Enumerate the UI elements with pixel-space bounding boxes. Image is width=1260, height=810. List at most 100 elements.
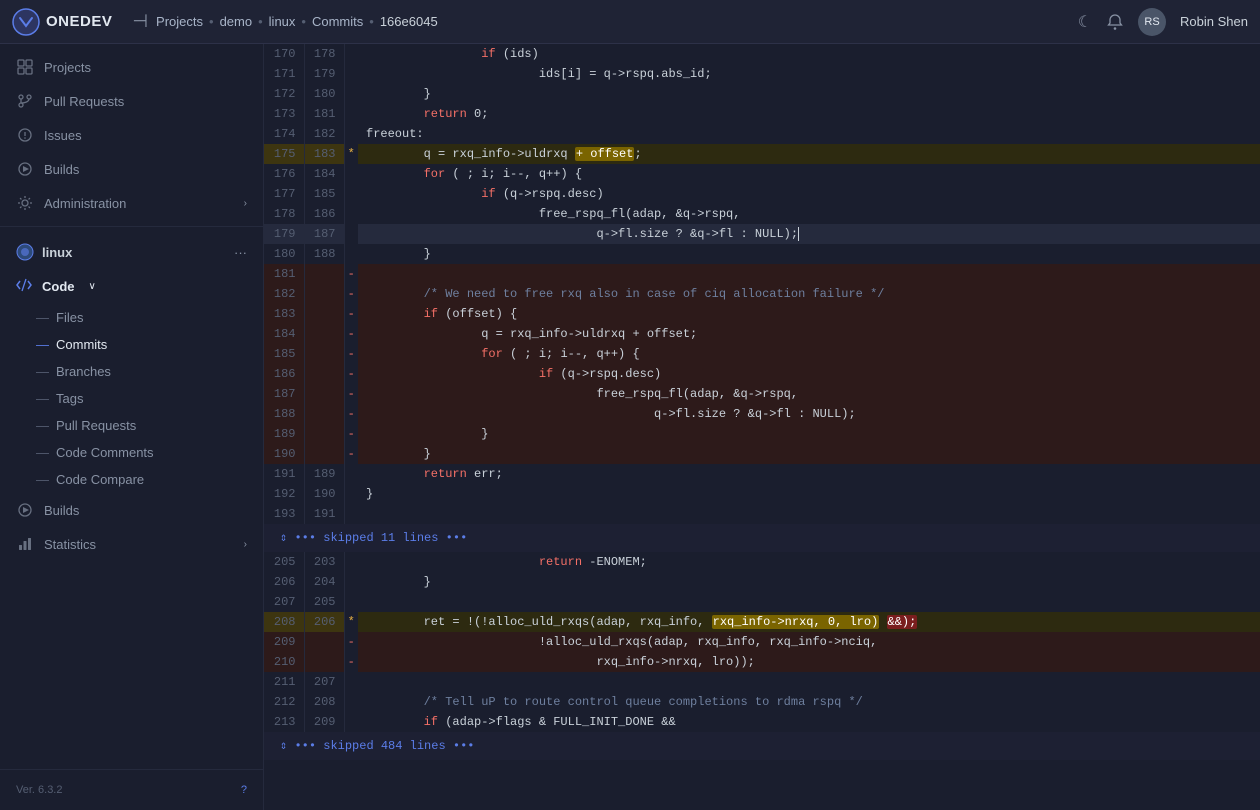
logo[interactable]: ONEDEV (12, 8, 112, 36)
builds-global-icon (16, 160, 34, 178)
table-row: 170 178 if (ids) (264, 44, 1260, 64)
project-name: linux (42, 245, 72, 260)
breadcrumb: Projects • demo • linux • Commits • 166e… (156, 14, 438, 29)
breadcrumb-demo[interactable]: demo (220, 14, 253, 29)
table-row: 179 187 q->fl.size ? &q->fl : NULL); (264, 224, 1260, 244)
table-row: 182 - /* We need to free rxq also in cas… (264, 284, 1260, 304)
projects-label: Projects (44, 60, 91, 75)
breadcrumb-hash: 166e6045 (380, 14, 438, 29)
statistics-chevron-icon: › (244, 539, 247, 550)
linux-project-icon (16, 243, 34, 261)
table-row: 206 204 } (264, 572, 1260, 592)
sidebar-item-statistics[interactable]: Statistics › (0, 527, 263, 561)
code-label: Code (42, 279, 75, 294)
expand-skipped-btn[interactable]: ⇕ (280, 528, 287, 548)
commits-label: Commits (56, 337, 107, 352)
sidebar-sub-tags[interactable]: — Tags (0, 385, 263, 412)
pullrequests-label: Pull Requests (44, 94, 124, 109)
table-row: 192 190 } (264, 484, 1260, 504)
moon-icon[interactable]: ☾ (1078, 12, 1092, 32)
notification-icon[interactable] (1106, 13, 1124, 31)
sidebar-item-issues[interactable]: Issues (0, 118, 263, 152)
sub-pullrequests-label: Pull Requests (56, 418, 136, 433)
table-row: 188 - q->fl.size ? &q->fl : NULL); (264, 404, 1260, 424)
sidebar-item-pullrequests[interactable]: Pull Requests (0, 84, 263, 118)
table-row: 193 191 (264, 504, 1260, 524)
table-row: 208 206 * ret = !(!alloc_uld_rxqs(adap, … (264, 612, 1260, 632)
version-info: Ver. 6.3.2 ? (0, 778, 263, 802)
table-row: 176 184 for ( ; i; i--, q++) { (264, 164, 1260, 184)
statistics-label: Statistics (44, 537, 96, 552)
admin-chevron-icon: › (244, 198, 247, 209)
builds-project-icon (16, 501, 34, 519)
sidebar-sub-commits[interactable]: — Commits (0, 331, 263, 358)
sidebar-item-projects[interactable]: Projects (0, 50, 263, 84)
table-row: 171 179 ids[i] = q->rspq.abs_id; (264, 64, 1260, 84)
table-row: 180 188 } (264, 244, 1260, 264)
project-linux[interactable]: linux ··· (0, 235, 263, 269)
sidebar-sub-codecomments[interactable]: — Code Comments (0, 439, 263, 466)
help-icon[interactable]: ? (241, 784, 247, 796)
code-section-toggle[interactable]: Code ∨ (0, 269, 263, 304)
breadcrumb-projects[interactable]: Projects (156, 14, 203, 29)
table-row: 183 - if (offset) { (264, 304, 1260, 324)
table-row: 186 - if (q->rspq.desc) (264, 364, 1260, 384)
builds-project-label: Builds (44, 503, 79, 518)
table-row: 189 - } (264, 424, 1260, 444)
table-row: 184 - q = rxq_info->uldrxq + offset; (264, 324, 1260, 344)
topnav-right: ☾ RS Robin Shen (1078, 8, 1248, 36)
expand-skipped-btn-2[interactable]: ⇕ (280, 736, 287, 756)
table-row: 178 186 free_rspq_fl(adap, &q->rspq, (264, 204, 1260, 224)
sidebar-item-builds-global[interactable]: Builds (0, 152, 263, 186)
table-row: 210 - rxq_info->nrxq, lro)); (264, 652, 1260, 672)
sidebar-item-builds-project[interactable]: Builds (0, 493, 263, 527)
table-row: 185 - for ( ; i; i--, q++) { (264, 344, 1260, 364)
app-title: ONEDEV (46, 13, 112, 30)
skipped-label: ••• skipped 11 lines ••• (294, 531, 467, 545)
issues-label: Issues (44, 128, 82, 143)
sidebar-collapse-icon[interactable]: ⊣ (132, 11, 148, 32)
code-diff-view[interactable]: 170 178 if (ids) 171 179 ids[i] = q->rsp… (264, 44, 1260, 810)
project-more-icon[interactable]: ··· (234, 245, 247, 260)
sidebar-sub-files[interactable]: — Files (0, 304, 263, 331)
table-row: 177 185 if (q->rspq.desc) (264, 184, 1260, 204)
table-row: 174 182 freeout: (264, 124, 1260, 144)
grid-icon (16, 58, 34, 76)
table-row: 209 - !alloc_uld_rxqs(adap, rxq_info, rx… (264, 632, 1260, 652)
sidebar-sub-branches[interactable]: — Branches (0, 358, 263, 385)
skipped-lines-row-2: ⇕ ••• skipped 484 lines ••• (264, 732, 1260, 760)
issue-icon (16, 126, 34, 144)
code-section-chevron: ∨ (89, 281, 96, 292)
diff-table: 170 178 if (ids) 171 179 ids[i] = q->rsp… (264, 44, 1260, 760)
table-row: 207 205 (264, 592, 1260, 612)
sidebar-sub-codecompare[interactable]: — Code Compare (0, 466, 263, 493)
sidebar-item-administration[interactable]: Administration › (0, 186, 263, 220)
table-row: 173 181 return 0; (264, 104, 1260, 124)
sidebar-bottom: Ver. 6.3.2 ? (0, 769, 263, 810)
project-section: linux ··· Code ∨ — Files (0, 226, 263, 569)
skipped-lines-row: ⇕ ••• skipped 11 lines ••• (264, 524, 1260, 552)
table-row: 212 208 /* Tell uP to route control queu… (264, 692, 1260, 712)
branches-label: Branches (56, 364, 111, 379)
table-row: 211 207 (264, 672, 1260, 692)
table-row: 172 180 } (264, 84, 1260, 104)
table-row: 190 - } (264, 444, 1260, 464)
sidebar-sub-pullrequests[interactable]: — Pull Requests (0, 412, 263, 439)
topnav: ONEDEV ⊣ Projects • demo • linux • Commi… (0, 0, 1260, 44)
breadcrumb-linux[interactable]: linux (269, 14, 296, 29)
builds-global-label: Builds (44, 162, 79, 177)
codecompare-label: Code Compare (56, 472, 144, 487)
admin-icon (16, 194, 34, 212)
table-row: 213 209 if (adap->flags & FULL_INIT_DONE… (264, 712, 1260, 732)
table-row: 205 203 return -ENOMEM; (264, 552, 1260, 572)
breadcrumb-commits[interactable]: Commits (312, 14, 363, 29)
table-row: 175 183 * q = rxq_info->uldrxq + offset; (264, 144, 1260, 164)
table-row: 187 - free_rspq_fl(adap, &q->rspq, (264, 384, 1260, 404)
user-name[interactable]: Robin Shen (1180, 14, 1248, 29)
statistics-icon (16, 535, 34, 553)
version-text: Ver. 6.3.2 (16, 784, 62, 796)
avatar[interactable]: RS (1138, 8, 1166, 36)
codecomments-label: Code Comments (56, 445, 154, 460)
tags-label: Tags (56, 391, 83, 406)
code-icon (16, 277, 32, 296)
